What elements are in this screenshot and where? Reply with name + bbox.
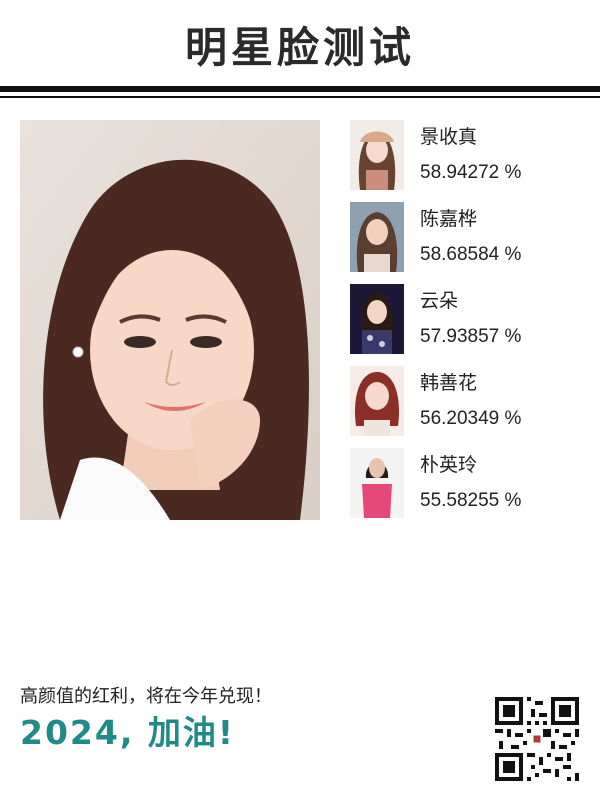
celebrity-name: 朴英玲 [420, 454, 478, 476]
celebrity-portrait-icon [350, 448, 404, 518]
celebrity-name: 云朵 [420, 290, 459, 312]
celebrity-name: 陈嘉桦 [420, 208, 478, 230]
similarity-score: 57.93857 % [420, 326, 522, 347]
list-item[interactable]: 朴英玲 55.58255 % [350, 448, 580, 530]
similarity-score: 58.94272 % [420, 162, 522, 183]
similarity-score: 55.58255 % [420, 490, 522, 511]
celebrity-thumbnail [350, 120, 404, 190]
list-item[interactable]: 韩善花 56.20349 % [350, 366, 580, 448]
celebrity-portrait-icon [350, 202, 404, 272]
page-title: 明星脸测试 [184, 23, 415, 72]
qr-code[interactable] [495, 697, 579, 781]
uploaded-portrait-image [20, 120, 320, 520]
celebrity-name: 韩善花 [420, 372, 478, 394]
list-item[interactable]: 景收真 58.94272 % [350, 120, 580, 202]
list-item[interactable]: 云朵 57.93857 % [350, 284, 580, 366]
header-divider-thick [0, 86, 600, 92]
celebrity-thumbnail [350, 202, 404, 272]
celebrity-thumbnail [350, 366, 404, 436]
similarity-score: 56.20349 % [420, 408, 522, 429]
match-results-list: 景收真 58.94272 % 陈嘉桦 58.68584 % 云朵 57.9385… [350, 120, 580, 530]
celebrity-name: 景收真 [420, 126, 478, 148]
celebrity-thumbnail [350, 284, 404, 354]
tagline-text: 高颜值的红利，将在今年兑现！ [20, 686, 272, 707]
celebrity-portrait-icon [350, 284, 404, 354]
header: 明星脸测试 [0, 0, 600, 86]
celebrity-thumbnail [350, 448, 404, 518]
portrait-illustration [20, 120, 320, 520]
celebrity-portrait-icon [350, 366, 404, 436]
header-divider-thin [0, 96, 600, 98]
slogan-text: 2024, 加油! [20, 713, 235, 752]
celebrity-portrait-icon [350, 120, 404, 190]
similarity-score: 58.68584 % [420, 244, 522, 265]
list-item[interactable]: 陈嘉桦 58.68584 % [350, 202, 580, 284]
qr-code-icon [495, 697, 579, 781]
